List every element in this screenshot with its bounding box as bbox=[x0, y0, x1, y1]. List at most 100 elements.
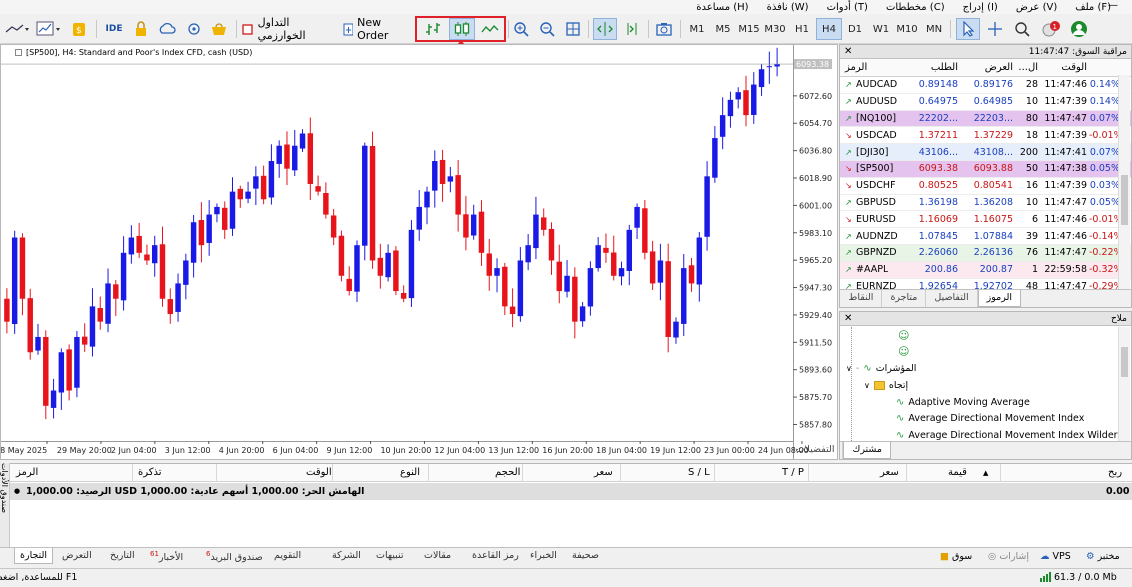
menu-window[interactable]: نافذة (W) bbox=[758, 2, 818, 13]
nav-account-1[interactable]: ☺ bbox=[898, 329, 909, 342]
collapse-icon[interactable]: ∨ bbox=[864, 381, 870, 390]
tab-news[interactable]: الأخبار61 bbox=[150, 550, 183, 563]
tab-trade[interactable]: التجارة bbox=[14, 548, 53, 564]
toolbox-side-label[interactable]: صندوق الأدوات bbox=[0, 463, 10, 547]
timeframe-m15[interactable]: M15 bbox=[736, 18, 762, 40]
tab-favorites[interactable]: التفضيلات bbox=[788, 442, 844, 459]
market-watch-row[interactable]: ↗ [NQ100] 22202... 22203... 80 11:47:47 0.07% bbox=[840, 110, 1131, 128]
nav-indicator-item[interactable]: ∿ Adaptive Moving Average bbox=[896, 397, 1030, 408]
signals-icon[interactable] bbox=[183, 18, 205, 40]
header-sl[interactable]: S / L bbox=[688, 467, 710, 478]
zoom-out-icon[interactable] bbox=[537, 18, 557, 40]
menu-view[interactable]: عرض (V) bbox=[1007, 2, 1066, 13]
header-volume[interactable]: الحجم bbox=[495, 467, 520, 478]
tab-company[interactable]: الشركة bbox=[332, 550, 361, 561]
algo-trading-button[interactable]: التداول الخوارزمي bbox=[242, 16, 338, 42]
ide-button[interactable]: IDE bbox=[103, 18, 125, 40]
sort-icon[interactable]: ▲ bbox=[983, 469, 988, 477]
cloud-icon[interactable] bbox=[156, 18, 178, 40]
timeframe-w1[interactable]: W1 bbox=[868, 18, 894, 40]
collapse-icon[interactable]: ∨ bbox=[846, 364, 852, 373]
timeframe-mn[interactable]: MN bbox=[921, 18, 947, 40]
timeframe-m5[interactable]: M5 bbox=[710, 18, 736, 40]
header-value[interactable]: قيمة bbox=[948, 467, 967, 478]
market-watch-row[interactable]: ↗ GBPNZD 2.26060 2.26136 76 11:47:47 -0.22% bbox=[840, 244, 1131, 262]
market-icon[interactable] bbox=[208, 18, 230, 40]
menu-tools[interactable]: أدوات (T) bbox=[818, 2, 877, 13]
profile-icon[interactable] bbox=[1067, 18, 1091, 40]
timeframe-m10[interactable]: M10 bbox=[894, 18, 920, 40]
chart-window[interactable]: 6072.60 6054.70 6036.80 6018.90 6001.00 5983.… bbox=[0, 44, 838, 460]
timeframe-m1[interactable]: M1 bbox=[684, 18, 710, 40]
header-current-price[interactable]: سعر bbox=[880, 467, 899, 478]
account-icon[interactable]: $ bbox=[70, 18, 88, 40]
nav-indicator-item[interactable]: ∿ Average Directional Movement Index Wil… bbox=[896, 430, 1118, 441]
tab-alerts[interactable]: تنبيهات bbox=[376, 550, 403, 561]
tab-journal[interactable]: صحيفة bbox=[572, 550, 599, 561]
chart-type-icon[interactable] bbox=[2, 18, 32, 40]
header-bid[interactable]: الطلب bbox=[906, 62, 960, 73]
tab-calendar[interactable]: التقويم bbox=[274, 550, 301, 561]
new-order-button[interactable]: New Order bbox=[343, 16, 411, 42]
menu-charts[interactable]: مخططات (C) bbox=[877, 2, 954, 13]
tab-details[interactable]: التفاصيل bbox=[926, 290, 978, 307]
tab-trading[interactable]: متاجرة bbox=[882, 290, 927, 307]
tab-symbols[interactable]: الرموز bbox=[977, 290, 1021, 307]
header-profit[interactable]: ربح bbox=[1108, 467, 1122, 478]
market-watch-scrollbar[interactable] bbox=[1118, 75, 1130, 291]
menu-insert[interactable]: إدراج (I) bbox=[954, 2, 1007, 13]
header-symbol[interactable]: الرمز bbox=[16, 467, 38, 478]
market-watch-row[interactable]: ↗ AUDUSD 0.64975 0.64985 10 11:47:39 0.14% bbox=[840, 94, 1131, 111]
nav-indicators[interactable]: ∨ - ∿ المؤشرات bbox=[846, 363, 916, 374]
tab-articles[interactable]: مقالات bbox=[424, 550, 451, 561]
zoom-in-icon[interactable] bbox=[511, 18, 531, 40]
header-tp[interactable]: T / P bbox=[782, 467, 804, 478]
header-spread[interactable]: ...ال bbox=[1015, 62, 1040, 73]
lock-icon[interactable] bbox=[132, 18, 150, 40]
tab-code-base[interactable]: رمز القاعدة bbox=[472, 550, 519, 561]
market-watch-row[interactable]: ↗ AUDCAD 0.89148 0.89176 28 11:47:46 0.14% bbox=[840, 77, 1131, 94]
search-icon[interactable] bbox=[1010, 18, 1034, 40]
tab-mailbox[interactable]: صندوق البريد6 bbox=[206, 550, 263, 563]
vps-tool[interactable]: ☁ VPS bbox=[1040, 551, 1071, 562]
chart-shift-icon[interactable] bbox=[620, 18, 644, 40]
nav-indicator-item[interactable]: ∿ Average Directional Movement Index bbox=[896, 413, 1084, 424]
header-symbol[interactable]: الرمز bbox=[840, 62, 906, 73]
tile-windows-icon[interactable] bbox=[563, 18, 583, 40]
minimize-icon[interactable]: — bbox=[1108, 0, 1118, 11]
timeframe-h1[interactable]: H1 bbox=[789, 18, 815, 40]
nav-account-2[interactable]: ☺ bbox=[898, 345, 909, 358]
tab-common[interactable]: مشترك bbox=[843, 442, 891, 459]
market-watch-row[interactable]: ↘ USDCHF 0.80525 0.80541 16 11:47:39 0.03% bbox=[840, 178, 1131, 195]
market-watch-row[interactable]: ↗ #AAPL 200.86 200.87 1 22:59:58 -0.32% bbox=[840, 261, 1131, 279]
signals-tool[interactable]: ◎ إشارات bbox=[988, 551, 1029, 562]
header-time[interactable]: الوقت bbox=[1040, 62, 1089, 73]
tab-exposure[interactable]: التعرض bbox=[62, 550, 92, 561]
market-watch-row[interactable]: ↘ USDCAD 1.37211 1.37229 18 11:47:39 -0.01% bbox=[840, 127, 1131, 145]
cursor-icon[interactable] bbox=[956, 18, 980, 40]
tab-history[interactable]: التاريخ bbox=[110, 550, 135, 561]
close-icon[interactable]: ✕ bbox=[844, 313, 852, 324]
header-ticket[interactable]: تذكرة bbox=[138, 467, 162, 478]
timeframe-h4[interactable]: H4 bbox=[816, 18, 842, 40]
header-time[interactable]: الوقت bbox=[306, 467, 332, 478]
navigator-scrollbar[interactable] bbox=[1118, 327, 1130, 443]
tab-ticks[interactable]: النقاط bbox=[841, 290, 883, 307]
market-watch-row[interactable]: ↘ EURUSD 1.16069 1.16075 6 11:47:46 -0.01% bbox=[840, 211, 1131, 229]
tab-experts[interactable]: الخبراء bbox=[530, 550, 557, 561]
auto-scroll-icon[interactable] bbox=[593, 18, 617, 40]
market-watch-row[interactable]: ↗ AUDNZD 1.07845 1.07884 39 11:47:46 -0.14% bbox=[840, 228, 1131, 245]
header-ask[interactable]: العرض bbox=[960, 62, 1015, 73]
header-price[interactable]: سعر bbox=[594, 467, 613, 478]
close-icon[interactable]: ✕ bbox=[844, 46, 852, 57]
timeframe-m30[interactable]: M30 bbox=[762, 18, 788, 40]
market-tool[interactable]: ■ سوق bbox=[940, 551, 972, 562]
timeframe-d1[interactable]: D1 bbox=[842, 18, 868, 40]
menu-help[interactable]: مساعدة (H) bbox=[687, 2, 757, 13]
market-watch-row[interactable]: ↘ [SP500] 6093.38 6093.88 50 11:47:38 0.05% bbox=[840, 160, 1131, 178]
crosshair-icon[interactable] bbox=[983, 18, 1007, 40]
market-watch-row[interactable]: ↗ [DJI30] 43106... 43108... 200 11:47:41 0.07% bbox=[840, 144, 1131, 161]
indicators-icon[interactable] bbox=[34, 18, 66, 40]
chart-menu-icon[interactable] bbox=[15, 49, 22, 56]
screenshot-icon[interactable] bbox=[653, 18, 675, 40]
